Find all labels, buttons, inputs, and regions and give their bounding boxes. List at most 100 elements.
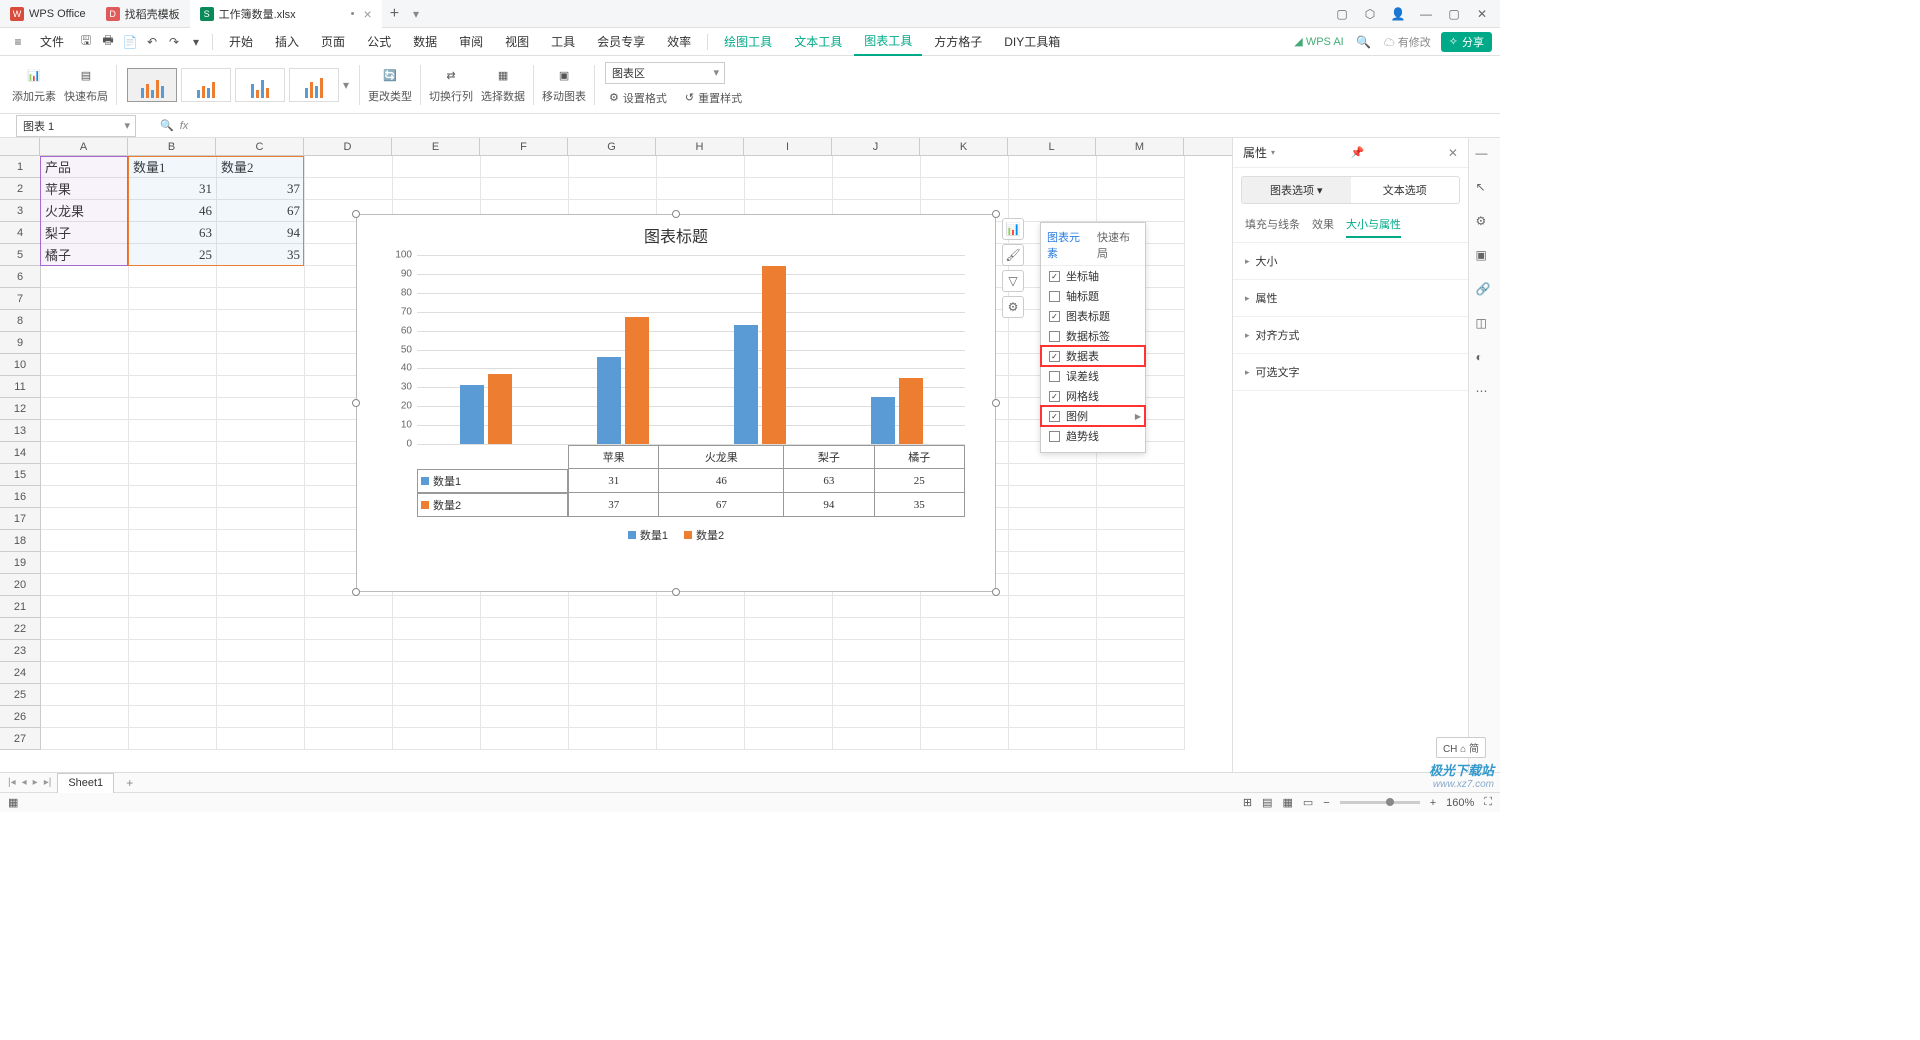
resize-handle[interactable]: [352, 399, 360, 407]
menu-ffgz[interactable]: 方方格子: [924, 28, 992, 56]
cell[interactable]: [745, 662, 833, 684]
tab-current-file[interactable]: S 工作簿数量.xlsx • ×: [190, 0, 382, 28]
cell[interactable]: [129, 420, 217, 442]
zoom-value[interactable]: 160%: [1446, 797, 1474, 809]
col-header[interactable]: M: [1096, 138, 1184, 155]
menu-insert[interactable]: 插入: [265, 28, 309, 56]
cell[interactable]: [129, 574, 217, 596]
cell[interactable]: [1009, 464, 1097, 486]
name-box[interactable]: 图表 1: [16, 115, 136, 137]
cell[interactable]: [1009, 706, 1097, 728]
print-preview-icon[interactable]: 📄: [120, 32, 140, 52]
cell[interactable]: 31: [129, 178, 217, 200]
cell[interactable]: [393, 178, 481, 200]
zoom-in-button[interactable]: +: [1430, 797, 1436, 809]
cell[interactable]: [305, 178, 393, 200]
cell[interactable]: [833, 640, 921, 662]
cube-icon[interactable]: ⬡: [1362, 6, 1378, 22]
row-header[interactable]: 18: [0, 530, 40, 552]
cell[interactable]: [1009, 596, 1097, 618]
bar[interactable]: [625, 317, 649, 444]
chart-settings-button[interactable]: ⚙: [1002, 296, 1024, 318]
menu-file[interactable]: 文件: [30, 28, 74, 56]
cell[interactable]: [217, 640, 305, 662]
bar[interactable]: [734, 325, 758, 444]
cell[interactable]: [745, 156, 833, 178]
cell[interactable]: [305, 706, 393, 728]
cell[interactable]: [921, 684, 1009, 706]
share-button[interactable]: ✧ 分享: [1441, 32, 1492, 52]
col-header[interactable]: J: [832, 138, 920, 155]
chart-style-4[interactable]: [289, 68, 339, 102]
cell[interactable]: [745, 618, 833, 640]
set-format-button[interactable]: ⚙ 设置格式: [605, 88, 671, 108]
zoom-out-button[interactable]: −: [1323, 797, 1329, 809]
cell[interactable]: [129, 706, 217, 728]
checkbox-icon[interactable]: ✓: [1049, 411, 1060, 422]
bar[interactable]: [488, 374, 512, 444]
cell[interactable]: [657, 156, 745, 178]
menu-efficiency[interactable]: 效率: [657, 28, 701, 56]
cell[interactable]: [657, 706, 745, 728]
subtab-size[interactable]: 大小与属性: [1346, 216, 1401, 238]
row-header[interactable]: 22: [0, 618, 40, 640]
cell[interactable]: [921, 706, 1009, 728]
panel-tab-chart-options[interactable]: 图表选项 ▾: [1242, 177, 1351, 203]
cell[interactable]: [217, 398, 305, 420]
cell[interactable]: [41, 618, 129, 640]
cell[interactable]: [41, 332, 129, 354]
menu-text-tools[interactable]: 文本工具: [784, 28, 852, 56]
checkbox-icon[interactable]: ✓: [1049, 271, 1060, 282]
cell[interactable]: [393, 156, 481, 178]
popup-item-图表标题[interactable]: ✓图表标题: [1041, 306, 1145, 326]
chart-elements-button[interactable]: 📊: [1002, 218, 1024, 240]
cell[interactable]: [41, 266, 129, 288]
bar[interactable]: [460, 385, 484, 444]
sheet-prev-icon[interactable]: ◂: [22, 777, 27, 788]
add-element-button[interactable]: 📊添加元素: [8, 64, 60, 106]
tab-template[interactable]: D 找稻壳模板: [96, 0, 190, 28]
cell[interactable]: [217, 552, 305, 574]
row-header[interactable]: 24: [0, 662, 40, 684]
cell[interactable]: [1097, 706, 1185, 728]
cell[interactable]: [1097, 464, 1185, 486]
cell[interactable]: [745, 596, 833, 618]
cell[interactable]: [657, 684, 745, 706]
cell[interactable]: [657, 640, 745, 662]
close-window-icon[interactable]: ✕: [1474, 6, 1490, 22]
col-header[interactable]: G: [568, 138, 656, 155]
cell[interactable]: [657, 618, 745, 640]
cell[interactable]: [129, 596, 217, 618]
cell[interactable]: [481, 706, 569, 728]
cell[interactable]: [481, 684, 569, 706]
cell[interactable]: [1009, 552, 1097, 574]
cell[interactable]: [833, 618, 921, 640]
menu-member[interactable]: 会员专享: [587, 28, 655, 56]
cell[interactable]: [1097, 552, 1185, 574]
cell[interactable]: [41, 398, 129, 420]
cell[interactable]: [393, 618, 481, 640]
cell[interactable]: [129, 530, 217, 552]
cell[interactable]: [41, 574, 129, 596]
collapse-icon[interactable]: —: [1476, 146, 1494, 164]
chart-style-3[interactable]: [235, 68, 285, 102]
popup-item-网格线[interactable]: ✓网格线: [1041, 386, 1145, 406]
cell[interactable]: [921, 728, 1009, 750]
row-header[interactable]: 20: [0, 574, 40, 596]
row-header[interactable]: 21: [0, 596, 40, 618]
cell[interactable]: [921, 662, 1009, 684]
cell[interactable]: [745, 684, 833, 706]
modified-badge[interactable]: ☁ 有修改: [1384, 34, 1431, 50]
cell[interactable]: [217, 464, 305, 486]
row-header[interactable]: 26: [0, 706, 40, 728]
cell[interactable]: [1097, 530, 1185, 552]
cell[interactable]: [129, 266, 217, 288]
cell[interactable]: [305, 618, 393, 640]
popup-item-数据标签[interactable]: 数据标签: [1041, 326, 1145, 346]
col-header[interactable]: B: [128, 138, 216, 155]
panel-dropdown-icon[interactable]: ▾: [1271, 148, 1275, 157]
section-alt-text[interactable]: 可选文字: [1233, 354, 1468, 391]
sheet-last-icon[interactable]: ▸|: [44, 777, 52, 788]
cell[interactable]: [569, 684, 657, 706]
row-header[interactable]: 2: [0, 178, 40, 200]
